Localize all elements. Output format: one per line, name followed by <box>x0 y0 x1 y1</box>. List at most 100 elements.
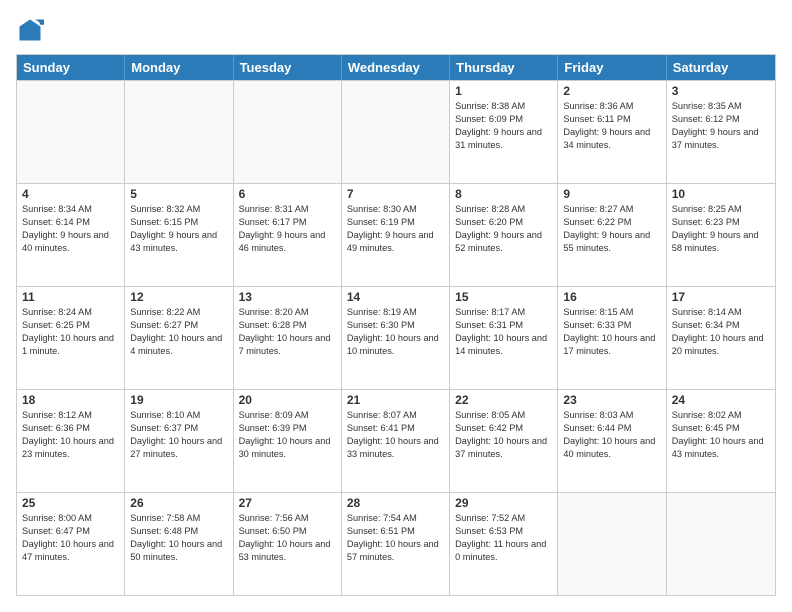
day-number: 5 <box>130 187 227 201</box>
calendar-header-row: SundayMondayTuesdayWednesdayThursdayFrid… <box>17 55 775 80</box>
day-info: Sunrise: 7:54 AM Sunset: 6:51 PM Dayligh… <box>347 512 444 564</box>
header-cell-thursday: Thursday <box>450 55 558 80</box>
calendar-cell: 23 Sunrise: 8:03 AM Sunset: 6:44 PM Dayli… <box>558 390 666 492</box>
day-info: Sunrise: 8:07 AM Sunset: 6:41 PM Dayligh… <box>347 409 444 461</box>
day-info: Sunrise: 8:09 AM Sunset: 6:39 PM Dayligh… <box>239 409 336 461</box>
calendar-cell: 12Sunrise: 8:22 AM Sunset: 6:27 PM Dayli… <box>125 287 233 389</box>
day-info: Sunrise: 8:17 AM Sunset: 6:31 PM Dayligh… <box>455 306 552 358</box>
day-number: 2 <box>563 84 660 98</box>
logo-icon <box>16 16 44 44</box>
day-info: Sunrise: 8:19 AM Sunset: 6:30 PM Dayligh… <box>347 306 444 358</box>
day-number: 21 <box>347 393 444 407</box>
calendar-week-2: 4 Sunrise: 8:34 AM Sunset: 6:14 PM Daylig… <box>17 183 775 286</box>
day-number: 11 <box>22 290 119 304</box>
day-number: 10 <box>672 187 770 201</box>
day-info: Sunrise: 8:31 AM Sunset: 6:17 PM Dayligh… <box>239 203 336 255</box>
day-number: 23 <box>563 393 660 407</box>
calendar-cell: 20 Sunrise: 8:09 AM Sunset: 6:39 PM Dayli… <box>234 390 342 492</box>
day-info: Sunrise: 8:03 AM Sunset: 6:44 PM Dayligh… <box>563 409 660 461</box>
logo <box>16 16 48 44</box>
calendar-body: 1 Sunrise: 8:38 AM Sunset: 6:09 PM Daylig… <box>17 80 775 595</box>
calendar-week-4: 18 Sunrise: 8:12 AM Sunset: 6:36 PM Dayli… <box>17 389 775 492</box>
day-info: Sunrise: 8:02 AM Sunset: 6:45 PM Dayligh… <box>672 409 770 461</box>
day-info: Sunrise: 8:05 AM Sunset: 6:42 PM Dayligh… <box>455 409 552 461</box>
calendar-cell: 8Sunrise: 8:28 AM Sunset: 6:20 PM Daylig… <box>450 184 558 286</box>
calendar-week-1: 1 Sunrise: 8:38 AM Sunset: 6:09 PM Daylig… <box>17 80 775 183</box>
calendar: SundayMondayTuesdayWednesdayThursdayFrid… <box>16 54 776 596</box>
day-info: Sunrise: 8:15 AM Sunset: 6:33 PM Dayligh… <box>563 306 660 358</box>
calendar-cell: 19 Sunrise: 8:10 AM Sunset: 6:37 PM Dayli… <box>125 390 233 492</box>
day-number: 20 <box>239 393 336 407</box>
calendar-cell: 7 Sunrise: 8:30 AM Sunset: 6:19 PM Daylig… <box>342 184 450 286</box>
day-number: 17 <box>672 290 770 304</box>
calendar-cell: 26 Sunrise: 7:58 AM Sunset: 6:48 PM Dayli… <box>125 493 233 595</box>
calendar-cell: 25 Sunrise: 8:00 AM Sunset: 6:47 PM Dayli… <box>17 493 125 595</box>
calendar-week-5: 25 Sunrise: 8:00 AM Sunset: 6:47 PM Dayli… <box>17 492 775 595</box>
day-info: Sunrise: 8:22 AM Sunset: 6:27 PM Dayligh… <box>130 306 227 358</box>
day-info: Sunrise: 8:00 AM Sunset: 6:47 PM Dayligh… <box>22 512 119 564</box>
day-number: 4 <box>22 187 119 201</box>
day-number: 28 <box>347 496 444 510</box>
page: SundayMondayTuesdayWednesdayThursdayFrid… <box>0 0 792 612</box>
day-number: 24 <box>672 393 770 407</box>
day-info: Sunrise: 8:35 AM Sunset: 6:12 PM Dayligh… <box>672 100 770 152</box>
calendar-cell <box>125 81 233 183</box>
day-number: 18 <box>22 393 119 407</box>
day-info: Sunrise: 8:30 AM Sunset: 6:19 PM Dayligh… <box>347 203 444 255</box>
calendar-cell: 28 Sunrise: 7:54 AM Sunset: 6:51 PM Dayli… <box>342 493 450 595</box>
calendar-cell: 22 Sunrise: 8:05 AM Sunset: 6:42 PM Dayli… <box>450 390 558 492</box>
day-info: Sunrise: 8:25 AM Sunset: 6:23 PM Dayligh… <box>672 203 770 255</box>
calendar-cell: 14 Sunrise: 8:19 AM Sunset: 6:30 PM Dayli… <box>342 287 450 389</box>
day-number: 26 <box>130 496 227 510</box>
day-number: 9 <box>563 187 660 201</box>
day-number: 3 <box>672 84 770 98</box>
day-number: 22 <box>455 393 552 407</box>
day-info: Sunrise: 8:12 AM Sunset: 6:36 PM Dayligh… <box>22 409 119 461</box>
calendar-cell: 15 Sunrise: 8:17 AM Sunset: 6:31 PM Dayli… <box>450 287 558 389</box>
calendar-cell <box>667 493 775 595</box>
calendar-cell <box>342 81 450 183</box>
calendar-cell: 5 Sunrise: 8:32 AM Sunset: 6:15 PM Daylig… <box>125 184 233 286</box>
header-cell-friday: Friday <box>558 55 666 80</box>
day-info: Sunrise: 7:52 AM Sunset: 6:53 PM Dayligh… <box>455 512 552 564</box>
calendar-cell: 3 Sunrise: 8:35 AM Sunset: 6:12 PM Daylig… <box>667 81 775 183</box>
day-info: Sunrise: 8:27 AM Sunset: 6:22 PM Dayligh… <box>563 203 660 255</box>
day-info: Sunrise: 7:56 AM Sunset: 6:50 PM Dayligh… <box>239 512 336 564</box>
calendar-cell: 27 Sunrise: 7:56 AM Sunset: 6:50 PM Dayli… <box>234 493 342 595</box>
header <box>16 16 776 44</box>
day-info: Sunrise: 8:32 AM Sunset: 6:15 PM Dayligh… <box>130 203 227 255</box>
day-number: 29 <box>455 496 552 510</box>
calendar-week-3: 11 Sunrise: 8:24 AM Sunset: 6:25 PM Dayli… <box>17 286 775 389</box>
header-cell-monday: Monday <box>125 55 233 80</box>
calendar-cell <box>17 81 125 183</box>
day-info: Sunrise: 7:58 AM Sunset: 6:48 PM Dayligh… <box>130 512 227 564</box>
day-info: Sunrise: 8:24 AM Sunset: 6:25 PM Dayligh… <box>22 306 119 358</box>
day-info: Sunrise: 8:20 AM Sunset: 6:28 PM Dayligh… <box>239 306 336 358</box>
calendar-cell: 13 Sunrise: 8:20 AM Sunset: 6:28 PM Dayli… <box>234 287 342 389</box>
day-number: 13 <box>239 290 336 304</box>
day-number: 27 <box>239 496 336 510</box>
header-cell-sunday: Sunday <box>17 55 125 80</box>
day-info: Sunrise: 8:38 AM Sunset: 6:09 PM Dayligh… <box>455 100 552 152</box>
header-cell-wednesday: Wednesday <box>342 55 450 80</box>
day-info: Sunrise: 8:10 AM Sunset: 6:37 PM Dayligh… <box>130 409 227 461</box>
day-info: Sunrise: 8:34 AM Sunset: 6:14 PM Dayligh… <box>22 203 119 255</box>
day-number: 19 <box>130 393 227 407</box>
calendar-cell: 9 Sunrise: 8:27 AM Sunset: 6:22 PM Daylig… <box>558 184 666 286</box>
calendar-cell: 24 Sunrise: 8:02 AM Sunset: 6:45 PM Dayli… <box>667 390 775 492</box>
calendar-cell: 2Sunrise: 8:36 AM Sunset: 6:11 PM Daylig… <box>558 81 666 183</box>
calendar-cell: 21 Sunrise: 8:07 AM Sunset: 6:41 PM Dayli… <box>342 390 450 492</box>
calendar-cell: 4 Sunrise: 8:34 AM Sunset: 6:14 PM Daylig… <box>17 184 125 286</box>
day-number: 7 <box>347 187 444 201</box>
day-number: 15 <box>455 290 552 304</box>
calendar-cell: 1 Sunrise: 8:38 AM Sunset: 6:09 PM Daylig… <box>450 81 558 183</box>
day-number: 25 <box>22 496 119 510</box>
header-cell-saturday: Saturday <box>667 55 775 80</box>
calendar-cell: 6Sunrise: 8:31 AM Sunset: 6:17 PM Daylig… <box>234 184 342 286</box>
day-number: 8 <box>455 187 552 201</box>
calendar-cell: 18 Sunrise: 8:12 AM Sunset: 6:36 PM Dayli… <box>17 390 125 492</box>
day-number: 1 <box>455 84 552 98</box>
calendar-cell: 29 Sunrise: 7:52 AM Sunset: 6:53 PM Dayli… <box>450 493 558 595</box>
calendar-cell: 16Sunrise: 8:15 AM Sunset: 6:33 PM Dayli… <box>558 287 666 389</box>
day-number: 14 <box>347 290 444 304</box>
